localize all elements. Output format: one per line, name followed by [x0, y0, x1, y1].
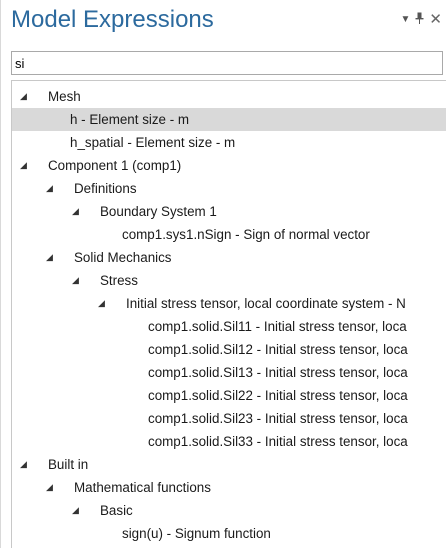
- tree-node[interactable]: ◢ Initial stress tensor, local coordinate…: [12, 292, 446, 315]
- tree-leaf[interactable]: comp1.solid.Sil12 - Initial stress tenso…: [12, 338, 446, 361]
- tree-item-label: Basic: [100, 503, 133, 518]
- model-expressions-panel: Model Expressions ▼ ✕ ◢ Mesh h - Element s…: [0, 0, 446, 548]
- tree-node[interactable]: ◢ Stress: [12, 269, 446, 292]
- tree-leaf[interactable]: comp1.solid.Sil11 - Initial stress tenso…: [12, 315, 446, 338]
- tree-leaf[interactable]: h_spatial - Element size - m: [12, 131, 446, 154]
- tree-leaf[interactable]: h - Element size - m: [12, 108, 446, 131]
- tree-node[interactable]: ◢ Boundary System 1: [12, 200, 446, 223]
- expanded-toggle-icon[interactable]: ◢: [20, 154, 32, 177]
- tree-node[interactable]: ◢ Mathematical functions: [12, 476, 446, 499]
- tree-item-label: comp1.solid.Sil33 - Initial stress tenso…: [148, 434, 408, 449]
- expanded-toggle-icon[interactable]: ◢: [72, 499, 84, 522]
- tree-leaf[interactable]: sign(u) - Signum function: [12, 522, 446, 545]
- expanded-toggle-icon[interactable]: ◢: [72, 269, 84, 292]
- tree-node[interactable]: ◢ Component 1 (comp1): [12, 154, 446, 177]
- pin-icon[interactable]: [415, 12, 424, 28]
- expanded-toggle-icon[interactable]: ◢: [20, 85, 32, 108]
- tree-item-label: Initial stress tensor, local coordinate …: [126, 296, 406, 311]
- expanded-toggle-icon[interactable]: ◢: [46, 476, 58, 499]
- tree-leaf[interactable]: comp1.solid.Sil13 - Initial stress tenso…: [12, 361, 446, 384]
- tree-item-label: Component 1 (comp1): [48, 158, 182, 173]
- tree-item-label: Mathematical functions: [74, 480, 211, 495]
- tree-item-label: comp1.solid.Sil22 - Initial stress tenso…: [148, 388, 408, 403]
- tree-item-label: comp1.solid.Sil13 - Initial stress tenso…: [148, 365, 408, 380]
- tree-node[interactable]: ◢ Mesh: [12, 85, 446, 108]
- tree-item-label: Definitions: [74, 181, 137, 196]
- tree-node[interactable]: ◢ Built in: [12, 453, 446, 476]
- tree-node[interactable]: ◢ Basic: [12, 499, 446, 522]
- tree-item-label: Boundary System 1: [100, 204, 217, 219]
- expression-tree[interactable]: ◢ Mesh h - Element size - m h_spatial - Ele…: [11, 80, 446, 548]
- tree-item-label: comp1.solid.Sil11 - Initial stress tenso…: [148, 319, 407, 334]
- tree-item-label: h_spatial - Element size - m: [70, 135, 236, 150]
- expanded-toggle-icon[interactable]: ◢: [72, 200, 84, 223]
- tree-list: ◢ Mesh h - Element size - m h_spatial - Ele…: [12, 81, 446, 545]
- tree-leaf[interactable]: comp1.solid.Sil23 - Initial stress tenso…: [12, 407, 446, 430]
- pin-icon-graphic: [415, 12, 424, 24]
- tree-item-label: comp1.solid.Sil12 - Initial stress tenso…: [148, 342, 408, 357]
- tree-item-label: comp1.solid.Sil23 - Initial stress tenso…: [148, 411, 408, 426]
- tree-node[interactable]: ◢ Definitions: [12, 177, 446, 200]
- header-controls: ▼ ✕: [401, 12, 442, 28]
- tree-item-label: comp1.sys1.nSign - Sign of normal vector: [122, 227, 370, 242]
- search-input[interactable]: [12, 52, 442, 74]
- tree-item-label: sign(u) - Signum function: [122, 526, 271, 541]
- tree-item-label: Mesh: [48, 89, 81, 104]
- tree-leaf[interactable]: comp1.solid.Sil22 - Initial stress tenso…: [12, 384, 446, 407]
- expanded-toggle-icon[interactable]: ◢: [46, 246, 58, 269]
- tree-item-label: h - Element size - m: [70, 112, 190, 127]
- panel-header: Model Expressions ▼ ✕: [1, 0, 446, 44]
- panel-title: Model Expressions: [11, 6, 214, 33]
- tree-leaf[interactable]: comp1.sys1.nSign - Sign of normal vector: [12, 223, 446, 246]
- close-icon[interactable]: ✕: [429, 12, 442, 27]
- expanded-toggle-icon[interactable]: ◢: [46, 177, 58, 200]
- tree-item-label: Stress: [100, 273, 138, 288]
- tree-leaf[interactable]: comp1.solid.Sil33 - Initial stress tenso…: [12, 430, 446, 453]
- expanded-toggle-icon[interactable]: ◢: [20, 453, 32, 476]
- tree-item-label: Built in: [48, 457, 89, 472]
- tree-node[interactable]: ◢ Solid Mechanics: [12, 246, 446, 269]
- expanded-toggle-icon[interactable]: ◢: [98, 292, 110, 315]
- tree-item-label: Solid Mechanics: [74, 250, 172, 265]
- dropdown-arrow-icon[interactable]: ▼: [401, 13, 411, 27]
- search-box[interactable]: [11, 51, 443, 75]
